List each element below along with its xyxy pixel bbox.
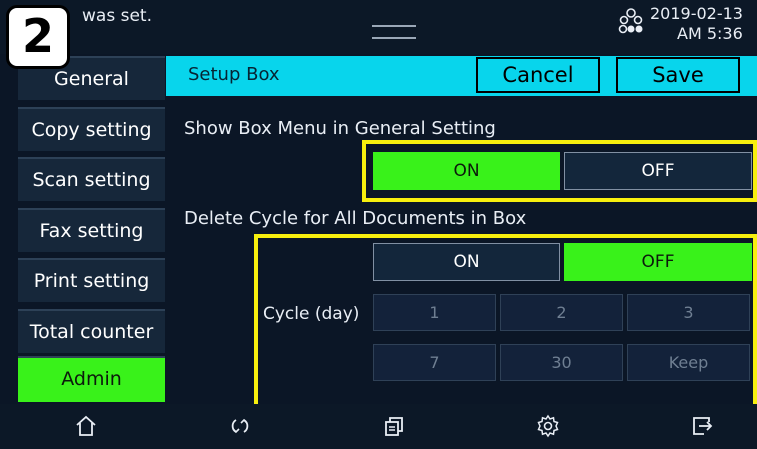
network-icon — [618, 8, 643, 34]
copy-icon[interactable] — [382, 414, 406, 438]
status-time: AM 5:36 — [677, 24, 743, 43]
cycle-option-keep[interactable]: Keep — [627, 344, 750, 381]
logout-icon[interactable] — [690, 414, 714, 438]
settings-icon[interactable] — [536, 414, 560, 438]
save-button[interactable]: Save — [616, 57, 740, 93]
sidebar-item-label: General — [54, 68, 129, 90]
sidebar-item-label: Print setting — [33, 270, 150, 292]
sidebar-item-scan-setting[interactable]: Scan setting — [18, 157, 165, 201]
home-icon[interactable] — [74, 414, 98, 438]
sidebar-item-label: Total counter — [29, 321, 154, 343]
sidebar-item-fax-setting[interactable]: Fax setting — [18, 208, 165, 252]
cycle-option-30[interactable]: 30 — [500, 344, 623, 381]
rotate-icon[interactable] — [228, 414, 252, 438]
page-header: Setup Box Cancel Save — [166, 56, 757, 96]
status-date: 2019-02-13 — [650, 4, 743, 23]
bottom-nav — [0, 404, 757, 449]
sidebar-item-print-setting[interactable]: Print setting — [18, 258, 165, 302]
cycle-day-label: Cycle (day) — [263, 304, 360, 324]
status-message: was set. — [82, 6, 152, 26]
main-content: Show Box Menu in General Setting ON OFF … — [166, 96, 757, 402]
sidebar-item-admin[interactable]: Admin — [18, 356, 165, 402]
show-box-menu-on-button[interactable]: ON — [373, 152, 560, 190]
show-box-menu-label: Show Box Menu in General Setting — [184, 118, 496, 139]
cycle-option-1[interactable]: 1 — [373, 294, 496, 331]
drag-handle[interactable] — [372, 25, 416, 39]
sidebar-item-label: Scan setting — [32, 169, 151, 191]
status-bar: was set. 2019-02-13 AM 5:36 — [0, 0, 757, 54]
step-badge: 2 — [6, 5, 70, 69]
delete-cycle-on-button[interactable]: ON — [373, 243, 560, 281]
sidebar-item-label: Fax setting — [39, 220, 144, 242]
sidebar: General Copy setting Scan setting Fax se… — [18, 56, 165, 402]
show-box-menu-off-button[interactable]: OFF — [564, 152, 752, 190]
delete-cycle-off-button[interactable]: OFF — [564, 243, 752, 281]
cycle-option-2[interactable]: 2 — [500, 294, 623, 331]
cycle-option-7[interactable]: 7 — [373, 344, 496, 381]
sidebar-item-copy-setting[interactable]: Copy setting — [18, 107, 165, 151]
cancel-button[interactable]: Cancel — [476, 57, 600, 93]
sidebar-item-total-counter[interactable]: Total counter — [18, 309, 165, 353]
cycle-option-3[interactable]: 3 — [627, 294, 750, 331]
sidebar-item-label: Copy setting — [31, 119, 152, 141]
device-screen: was set. 2019-02-13 AM 5:36 2 General Co… — [0, 0, 757, 449]
delete-cycle-label: Delete Cycle for All Documents in Box — [184, 208, 527, 229]
sidebar-item-label: Admin — [61, 368, 122, 390]
page-title: Setup Box — [188, 64, 280, 85]
